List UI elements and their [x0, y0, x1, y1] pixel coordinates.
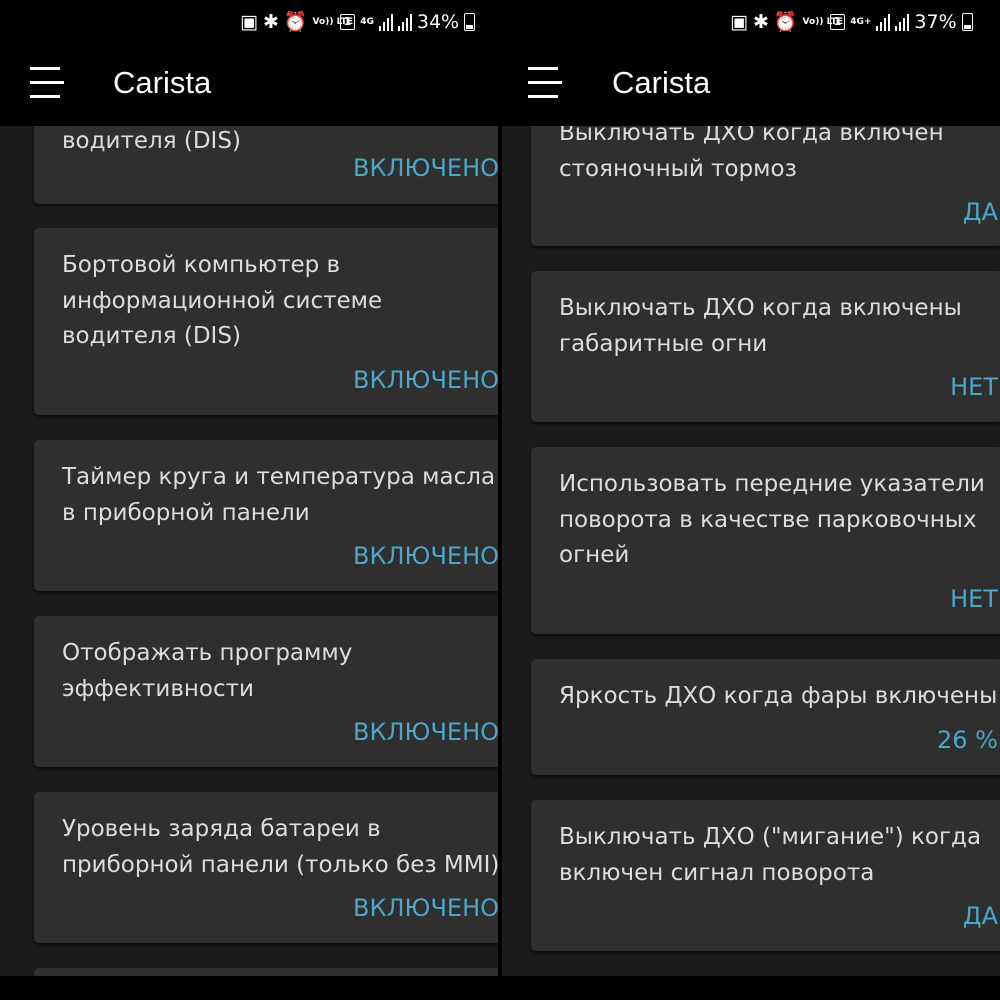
app-bar: Carista: [502, 46, 1000, 126]
setting-value[interactable]: ВКЛЮЧЕНО: [353, 894, 498, 922]
bluetooth-icon: ✱: [752, 10, 769, 33]
setting-value[interactable]: ВКЛЮЧЕНО: [353, 154, 498, 182]
setting-value[interactable]: НЕТ: [950, 585, 998, 613]
app-bar: Carista: [0, 46, 498, 126]
sd-card-icon: ▣: [730, 10, 748, 33]
setting-card[interactable]: Уровень заряда батареи в приборной панел…: [34, 792, 498, 943]
setting-card[interactable]: Использовать передние указатели поворота…: [531, 447, 1000, 634]
bottom-bar: [0, 976, 498, 1000]
setting-card[interactable]: Выключать ДХО ("мигание") когда включен …: [531, 800, 1000, 951]
bluetooth-icon: ✱: [262, 10, 279, 33]
setting-value[interactable]: ВКЛЮЧЕНО: [353, 366, 498, 394]
setting-title: Отображать программу эффективности: [62, 640, 353, 702]
battery-percent: 34%: [416, 10, 460, 33]
sim-badge-icon: 1: [829, 13, 846, 30]
network-type-label: 4G+: [850, 16, 872, 27]
status-bar: ▣ ✱ ⏰ Vo)) LTE 1 4G 34%: [0, 0, 498, 46]
setting-title: Таймер круга и температура масла в прибо…: [62, 464, 496, 526]
setting-card[interactable]: Отображать программу эффективности ВКЛЮЧ…: [34, 616, 498, 767]
setting-title: Выключать ДХО когда включен стояночный т…: [559, 126, 944, 182]
sim-badge-icon: 1: [339, 13, 356, 30]
signal-icon: [876, 13, 891, 31]
setting-card[interactable]: водителя (DIS) ВКЛЮЧЕНО: [34, 126, 498, 204]
battery-icon: [464, 12, 476, 31]
bottom-bar: [502, 976, 1000, 1000]
settings-list: Выключать ДХО когда включен стояночный т…: [502, 126, 1000, 976]
left-screen: ▣ ✱ ⏰ Vo)) LTE 1 4G 34% Carista водителя…: [0, 0, 498, 1000]
setting-title: Бортовой компьютер в информационной сист…: [62, 252, 383, 349]
alarm-icon: ⏰: [283, 11, 308, 33]
status-bar: ▣ ✱ ⏰ Vo)) LTE 1 4G+ 37%: [502, 0, 1000, 46]
settings-list: водителя (DIS) ВКЛЮЧЕНО Бортовой компьют…: [0, 126, 498, 976]
sd-card-icon: ▣: [240, 10, 258, 33]
network-type-label: 4G: [360, 16, 374, 27]
signal-icon: [895, 13, 910, 31]
setting-value[interactable]: ДА: [963, 198, 998, 226]
alarm-icon: ⏰: [773, 11, 798, 33]
setting-card[interactable]: Таймер круга и температура масла в прибо…: [34, 440, 498, 591]
setting-card[interactable]: Выключать ДХО когда включен стояночный т…: [531, 126, 1000, 246]
setting-value[interactable]: 26 %: [937, 726, 998, 754]
app-title: Carista: [113, 65, 212, 100]
setting-card[interactable]: [34, 968, 498, 976]
setting-title: Выключать ДХО ("мигание") когда включен …: [559, 824, 982, 886]
setting-card[interactable]: Яркость ДХО когда фары включены 26 %: [531, 659, 1000, 775]
volte-icon: Vo)) LTE: [802, 16, 844, 27]
menu-icon[interactable]: [30, 67, 64, 101]
battery-percent: 37%: [914, 10, 957, 33]
signal-icon: [397, 13, 412, 31]
setting-value[interactable]: ВКЛЮЧЕНО: [353, 542, 498, 570]
battery-icon: [961, 12, 973, 31]
setting-card[interactable]: Выключать ДХО когда включены габаритные …: [531, 271, 1000, 422]
app-title: Carista: [612, 65, 711, 100]
setting-value[interactable]: ВКЛЮЧЕНО: [353, 718, 498, 746]
setting-value[interactable]: НЕТ: [950, 373, 998, 401]
volte-icon: Vo)) LTE: [312, 16, 354, 27]
signal-icon: [378, 13, 393, 31]
menu-icon[interactable]: [528, 67, 562, 101]
right-screen: ▣ ✱ ⏰ Vo)) LTE 1 4G+ 37% Carista Выключа…: [502, 0, 1000, 1000]
setting-value[interactable]: ДА: [963, 902, 998, 930]
setting-title: Выключать ДХО когда включены габаритные …: [559, 295, 962, 357]
setting-title: Яркость ДХО когда фары включены: [559, 683, 998, 709]
setting-title: Уровень заряда батареи в приборной панел…: [62, 816, 498, 878]
setting-title: Использовать передние указатели поворота…: [559, 471, 985, 568]
setting-card[interactable]: Бортовой компьютер в информационной сист…: [34, 228, 498, 415]
